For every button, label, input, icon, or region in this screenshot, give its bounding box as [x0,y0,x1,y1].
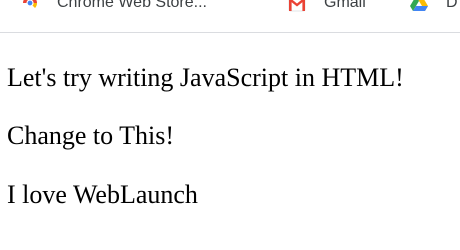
page-content: Let's try writing JavaScript in HTML! Ch… [0,34,460,250]
paragraph-love: I love WebLaunch [7,180,198,209]
bookmark-gmail[interactable]: Gmail [287,0,366,15]
bookmark-chrome-web-store[interactable]: Chrome Web Store... [20,0,207,15]
paragraph-changed: Change to This! [7,121,175,150]
google-drive-icon [409,0,429,13]
chrome-web-store-icon [20,0,40,13]
bookmarks-bar: Chrome Web Store... Gmail D [0,0,460,33]
bookmark-label: Gmail [324,0,366,11]
bookmark-drive[interactable]: D [409,0,458,15]
bookmark-label: Chrome Web Store... [57,0,207,11]
gmail-icon [287,0,307,13]
bookmark-label: D [446,0,458,11]
paragraph-intro: Let's try writing JavaScript in HTML! [7,63,404,92]
